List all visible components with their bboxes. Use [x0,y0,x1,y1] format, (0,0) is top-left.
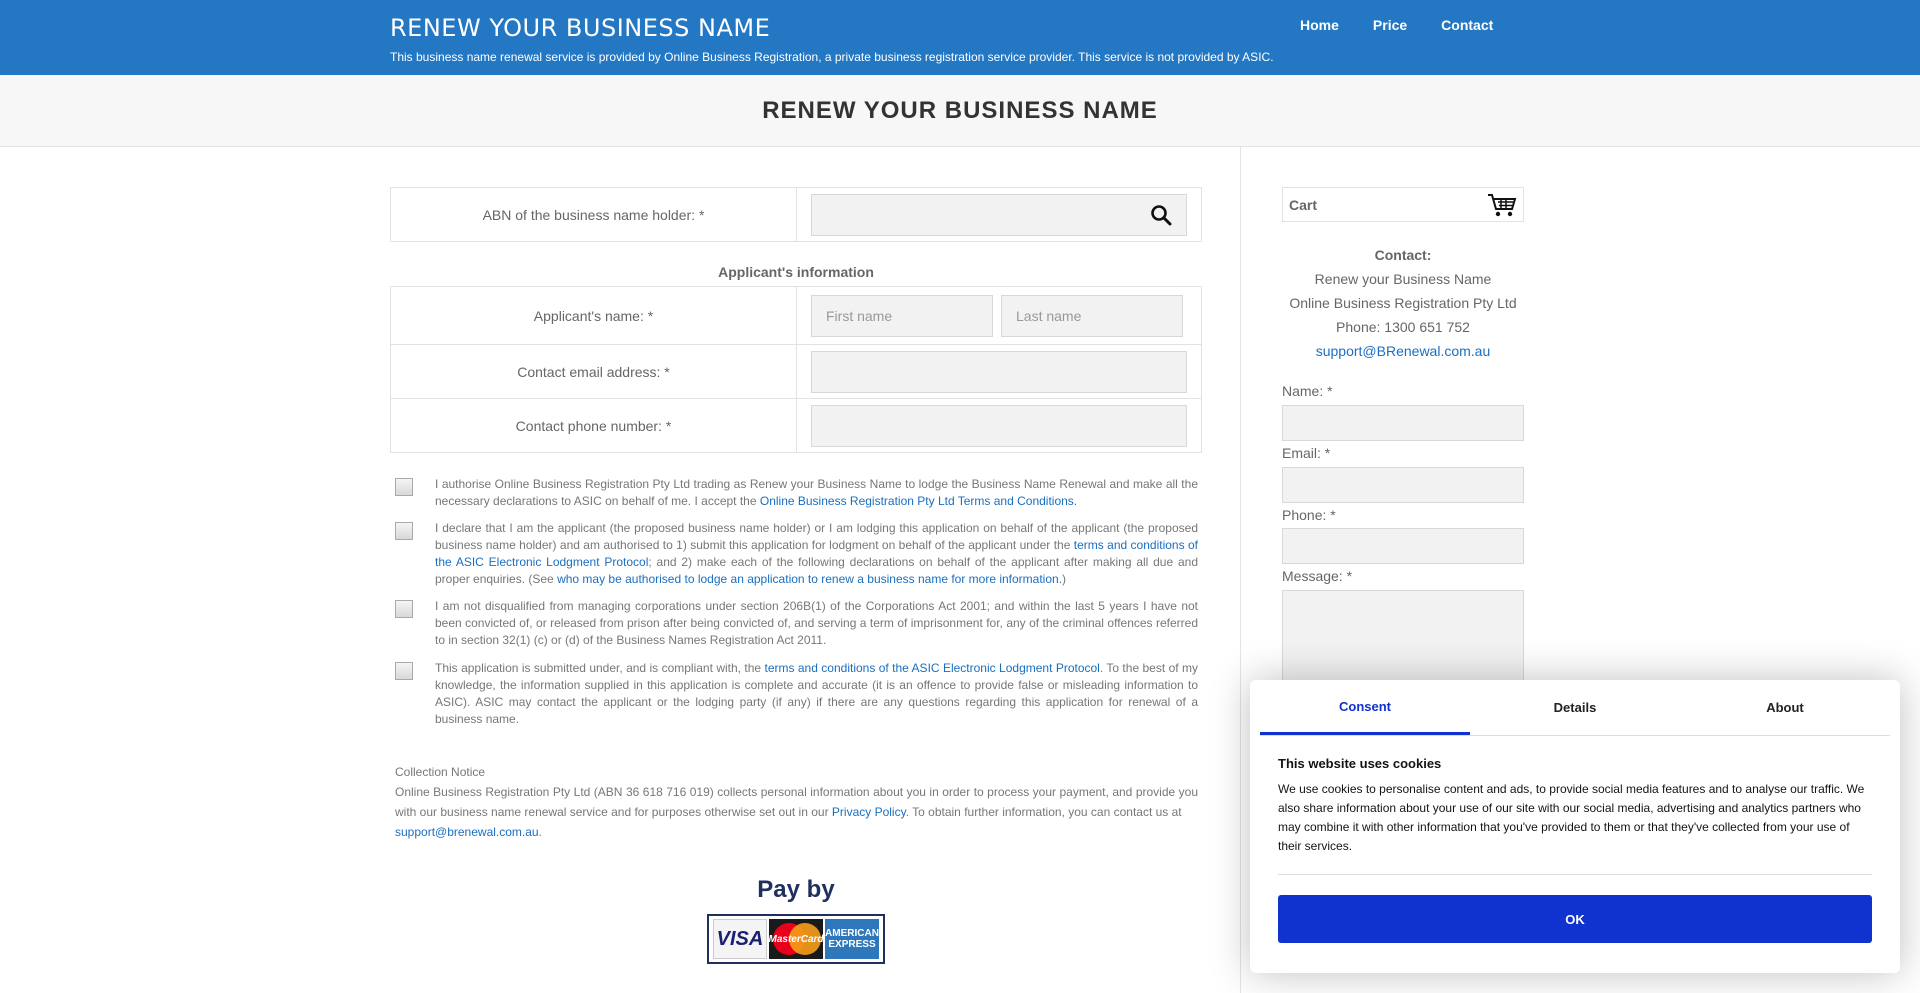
who-may-lodge-link[interactable]: who may be authorised to lodge an applic… [557,572,1062,586]
cart-label: Cart [1289,196,1318,213]
collection-notice: Collection Notice Online Business Regist… [395,762,1198,842]
abn-label: ABN of the business name holder: * [391,188,797,241]
contact-phone-input[interactable] [1282,528,1524,564]
terms-link[interactable]: Online Business Registration Pty Ltd Ter… [760,494,1077,508]
email-label: Contact email address: * [391,345,797,398]
declaration-1-checkbox[interactable] [395,478,413,496]
email-row: Contact email address: * [390,344,1202,399]
cookie-consent-dialog: Consent Details About This website uses … [1250,680,1900,973]
cookie-tabs: Consent Details About [1260,680,1890,736]
declaration-2: I declare that I am the applicant (the p… [395,520,1198,588]
payment-cards-logo: VISA MasterCard AMERICAN EXPRESS [707,914,885,964]
collection-notice-text-end: . [538,825,542,839]
contact-email-label: Email: * [1282,445,1331,461]
cart-icon[interactable] [1487,192,1517,218]
contact-message-label: Message: * [1282,568,1353,584]
applicant-name-row: Applicant's name: * First name Last name [390,286,1202,345]
cart-box[interactable]: Cart [1282,187,1524,222]
support-email-link[interactable]: support@brenewal.com.au [395,825,539,839]
abn-row: ABN of the business name holder: * [390,187,1202,242]
asic-protocol-link-2[interactable]: terms and conditions of the ASIC Electro… [764,661,1099,675]
declaration-2-text-end: ) [1062,572,1067,586]
nav-price[interactable]: Price [1373,17,1407,33]
nav-home[interactable]: Home [1300,17,1339,33]
site-tagline: This business name renewal service is pr… [390,50,1274,64]
cookie-divider [1278,874,1872,875]
visa-logo: VISA [713,919,767,959]
tab-about[interactable]: About [1680,680,1890,735]
contact-heading: Contact: [1374,247,1432,263]
phone-label: Contact phone number: * [391,399,797,452]
abn-input[interactable] [811,193,1187,236]
amex-logo: AMERICAN EXPRESS [825,919,879,959]
nav-contact[interactable]: Contact [1441,17,1493,33]
site-brand[interactable]: RENEW YOUR BUSINESS NAME [390,14,770,42]
sidebar-contact: Contact: Renew your Business Name Online… [1282,243,1524,363]
cookie-ok-button[interactable]: OK [1278,895,1872,943]
phone-input[interactable] [811,404,1187,447]
contact-line-company: Online Business Registration Pty Ltd [1289,295,1517,311]
contact-line-business: Renew your Business Name [1314,271,1492,287]
privacy-policy-link[interactable]: Privacy Policy [832,805,906,819]
cookie-body: We use cookies to personalise content an… [1278,782,1865,853]
site-header: RENEW YOUR BUSINESS NAME This business n… [0,0,1920,75]
contact-name-input[interactable] [1282,405,1524,441]
declaration-4-checkbox[interactable] [395,662,413,680]
contact-name-label: Name: * [1282,383,1333,399]
contact-line-phone: Phone: 1300 651 752 [1336,319,1470,335]
contact-email-link[interactable]: support@BRenewal.com.au [1316,343,1491,359]
email-input[interactable] [811,350,1187,393]
declaration-3-text: I am not disqualified from managing corp… [435,599,1198,647]
first-name-input[interactable]: First name [811,294,993,337]
collection-notice-text-mid: . To obtain further information, you can… [905,805,1182,819]
contact-email-input[interactable] [1282,467,1524,503]
declaration-3-checkbox[interactable] [395,600,413,618]
declaration-4-text: This application is submitted under, and… [435,661,765,675]
applicant-section-title: Applicant's information [718,264,874,280]
column-divider [1240,147,1241,993]
last-name-input[interactable]: Last name [1001,294,1183,337]
collection-notice-title: Collection Notice [395,765,486,779]
page-title: RENEW YOUR BUSINESS NAME [762,97,1158,124]
phone-row: Contact phone number: * [390,398,1202,453]
declaration-1: I authorise Online Business Registration… [395,476,1198,510]
main-nav: Home Price Contact [1300,17,1493,33]
declaration-2-checkbox[interactable] [395,522,413,540]
applicant-name-label: Applicant's name: * [391,287,797,344]
declaration-3: I am not disqualified from managing corp… [395,598,1198,649]
contact-phone-label: Phone: * [1282,507,1336,523]
declaration-4: This application is submitted under, and… [395,660,1198,728]
pay-by-title: Pay by [757,876,835,903]
search-icon[interactable] [1150,204,1172,226]
page-title-bar: RENEW YOUR BUSINESS NAME [0,75,1920,147]
tab-consent[interactable]: Consent [1260,680,1470,735]
cookie-title: This website uses cookies [1278,756,1442,771]
tab-details[interactable]: Details [1470,680,1680,735]
mastercard-logo: MasterCard [769,919,823,959]
